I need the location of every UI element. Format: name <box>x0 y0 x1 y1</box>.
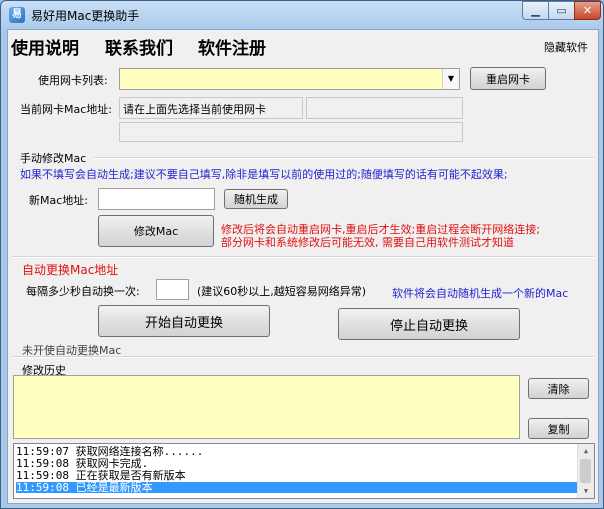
copy-button[interactable]: 复制 <box>528 418 589 439</box>
warning-line-2: 部分网卡和系统修改后可能无效, 需要自己用软件测试才知道 <box>221 236 514 249</box>
current-mac-value: 请在上面先选择当前使用网卡 <box>123 103 266 116</box>
modify-mac-button[interactable]: 修改Mac <box>98 215 214 247</box>
interval-input[interactable] <box>156 279 189 300</box>
nic-select[interactable]: ▼ <box>119 68 460 90</box>
auto-divider-top <box>12 256 594 258</box>
close-button[interactable]: ✕ <box>574 1 601 20</box>
restart-nic-button[interactable]: 重启网卡 <box>470 67 546 90</box>
start-auto-button[interactable]: 开始自动更换 <box>98 305 270 337</box>
minimize-icon: ▁ <box>531 4 540 17</box>
stop-auto-button[interactable]: 停止自动更换 <box>338 308 520 340</box>
log-entry[interactable]: 11:59:07 获取网络连接名称...... <box>16 446 578 457</box>
menu-usage[interactable]: 使用说明 <box>11 34 79 59</box>
scroll-down-icon[interactable]: ▼ <box>578 484 594 498</box>
clear-button[interactable]: 清除 <box>528 378 589 399</box>
new-mac-label: 新Mac地址: <box>29 194 88 207</box>
random-generate-button[interactable]: 随机生成 <box>224 189 288 209</box>
menu-contact[interactable]: 联系我们 <box>105 34 173 59</box>
minimize-button[interactable]: ▁ <box>522 1 549 20</box>
title-bar[interactable]: 易 易好用Mac更换助手 ▁ ▭ ✕ <box>1 1 603 29</box>
app-icon: 易 <box>9 7 25 23</box>
nic-list-label: 使用网卡列表: <box>38 74 108 87</box>
log-list[interactable]: 11:59:07 获取网络连接名称...... 11:59:08 获取网卡完成.… <box>13 443 595 499</box>
manual-hint: 如果不填写会自动生成;建议不要自己填写,除非是填写以前的使用过的;随便填写的话有… <box>20 168 508 181</box>
log-entry[interactable]: 11:59:08 正在获取是否有新版本 <box>16 470 578 481</box>
close-icon: ✕ <box>582 4 593 17</box>
log-scrollbar[interactable]: ▲ ▼ <box>577 444 594 498</box>
current-mac-field-3 <box>119 122 463 142</box>
log-entry-selected[interactable]: 11:59:08 已经是最新版本 <box>16 482 578 493</box>
main-panel: 使用说明 联系我们 软件注册 隐藏软件 使用网卡列表: ▼ 重启网卡 当前网卡M… <box>7 29 599 504</box>
new-mac-input[interactable] <box>98 188 215 210</box>
chevron-down-icon[interactable]: ▼ <box>442 69 459 89</box>
scroll-up-icon[interactable]: ▲ <box>578 444 594 458</box>
current-mac-label: 当前网卡Mac地址: <box>20 103 112 116</box>
scroll-thumb[interactable] <box>580 459 591 483</box>
manual-divider <box>94 157 594 159</box>
current-mac-field: 请在上面先选择当前使用网卡 <box>119 97 303 119</box>
history-divider <box>12 356 594 358</box>
maximize-icon: ▭ <box>556 4 567 17</box>
window-title: 易好用Mac更换助手 <box>31 9 140 23</box>
manual-section-title: 手动修改Mac <box>20 152 87 165</box>
menu-register[interactable]: 软件注册 <box>198 34 266 59</box>
log-entry[interactable]: 11:59:08 获取网卡完成. <box>16 458 578 469</box>
hide-software-link[interactable]: 隐藏软件 <box>544 39 588 55</box>
app-window: 易 易好用Mac更换助手 ▁ ▭ ✕ 使用说明 联系我们 软件注册 隐藏软件 使… <box>0 0 604 509</box>
maximize-button[interactable]: ▭ <box>548 1 575 20</box>
interval-hint: (建议60秒以上,越短容易网络异常) <box>197 285 367 298</box>
current-mac-field-2 <box>306 97 463 119</box>
history-textarea[interactable] <box>13 375 520 439</box>
interval-label: 每隔多少秒自动换一次: <box>26 285 140 298</box>
auto-section-title: 自动更换Mac地址 <box>22 263 119 277</box>
auto-note: 软件将会自动随机生成一个新的Mac <box>392 287 569 300</box>
